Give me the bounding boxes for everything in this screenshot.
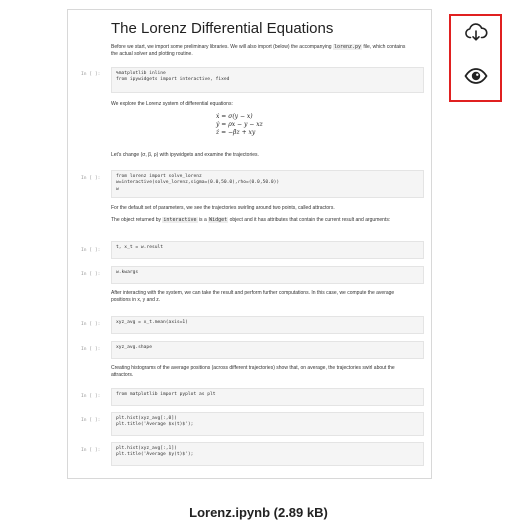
explore-paragraph: We explore the Lorenz system of differen…: [111, 101, 233, 107]
file-actions-panel: [449, 14, 502, 102]
cell-prompt: In [ ]:: [81, 322, 101, 327]
code-line: t, x_t = w.result: [116, 245, 164, 250]
after-paragraph: After interacting with the system, we ca…: [111, 290, 395, 303]
code-cell-7[interactable]: from matplotlib import pyplot as plt: [111, 388, 424, 406]
object-text-middle: is a: [198, 217, 207, 223]
cloud-download-icon: [464, 22, 488, 47]
eye-icon: [464, 67, 488, 89]
code-line: plt.hist(xyz_avg[:,1]): [116, 446, 177, 451]
cell-prompt: In [ ]:: [81, 394, 101, 399]
object-code-widget: Widget: [208, 217, 229, 223]
code-cell-9[interactable]: plt.hist(xyz_avg[:,1]) plt.title('Averag…: [111, 442, 424, 466]
hist-paragraph: Creating histograms of the average posit…: [111, 365, 395, 378]
intro-text: Before we start, we import some prelimin…: [111, 44, 332, 50]
object-code-interactive: interactive: [162, 217, 198, 223]
code-cell-8[interactable]: plt.hist(xyz_avg[:,0]) plt.title('Averag…: [111, 412, 424, 436]
cell-prompt: In [ ]:: [81, 272, 101, 277]
code-line: from ipywidgets import interactive, fixe…: [116, 77, 230, 83]
code-line: xyz_avg = x_t.mean(axis=1): [116, 320, 188, 325]
code-cell-6[interactable]: xyz_avg.shape: [111, 341, 424, 359]
download-button[interactable]: [462, 22, 490, 46]
object-text-after: object and it has attributes that contai…: [229, 217, 391, 223]
code-line: xyz_avg.shape: [116, 345, 152, 350]
lorenz-equations: ẋ = σ(y − x) ẏ = ρx − y − xz ż = −βz + x…: [216, 113, 263, 137]
code-cell-2[interactable]: from lorenz import solve_lorenz w=intera…: [111, 170, 424, 198]
preview-button[interactable]: [462, 66, 490, 90]
intro-paragraph: Before we start, we import some prelimin…: [111, 44, 411, 58]
default-paragraph: For the default set of parameters, we se…: [111, 205, 335, 211]
object-text: The object returned by: [111, 217, 162, 223]
code-line: plt.title('Average $y(t)$');: [116, 452, 194, 458]
change-paragraph: Let's change (σ, β, ρ) with ipywidgets a…: [111, 152, 259, 158]
code-cell-1[interactable]: %matplotlib inline from ipywidgets impor…: [111, 67, 424, 93]
code-line: w: [116, 186, 119, 192]
notebook-title: The Lorenz Differential Equations: [111, 20, 334, 37]
cell-prompt: In [ ]:: [81, 248, 101, 253]
object-paragraph: The object returned by interactive is a …: [111, 217, 411, 224]
code-line: plt.hist(xyz_avg[:,0]): [116, 416, 177, 421]
cell-prompt: In [ ]:: [81, 176, 101, 181]
cell-prompt: In [ ]:: [81, 418, 101, 423]
equation-x: ẋ = σ(y − x): [216, 113, 253, 120]
code-line: plt.title('Average $x(t)$');: [116, 422, 194, 428]
cell-prompt: In [ ]:: [81, 347, 101, 352]
equation-z: ż = −βz + xy: [216, 129, 256, 136]
file-caption: Lorenz.ipynb (2.89 kB): [189, 505, 328, 520]
cell-prompt: In [ ]:: [81, 72, 101, 77]
code-line: %matplotlib inline: [116, 71, 166, 76]
intro-code: lorenz.py: [332, 44, 363, 50]
code-cell-4[interactable]: w.kwargs: [111, 266, 424, 284]
code-line: w=interactive(solve_lorenz,sigma=(0.0,50…: [116, 180, 280, 186]
code-cell-5[interactable]: xyz_avg = x_t.mean(axis=1): [111, 316, 424, 334]
code-line: from lorenz import solve_lorenz: [116, 174, 202, 179]
equation-y: ẏ = ρx − y − xz: [216, 121, 263, 128]
code-cell-3[interactable]: t, x_t = w.result: [111, 241, 424, 259]
notebook-preview: The Lorenz Differential Equations Before…: [67, 9, 432, 479]
code-line: from matplotlib import pyplot as plt: [116, 392, 216, 397]
code-line: w.kwargs: [116, 270, 139, 275]
cell-prompt: In [ ]:: [81, 448, 101, 453]
